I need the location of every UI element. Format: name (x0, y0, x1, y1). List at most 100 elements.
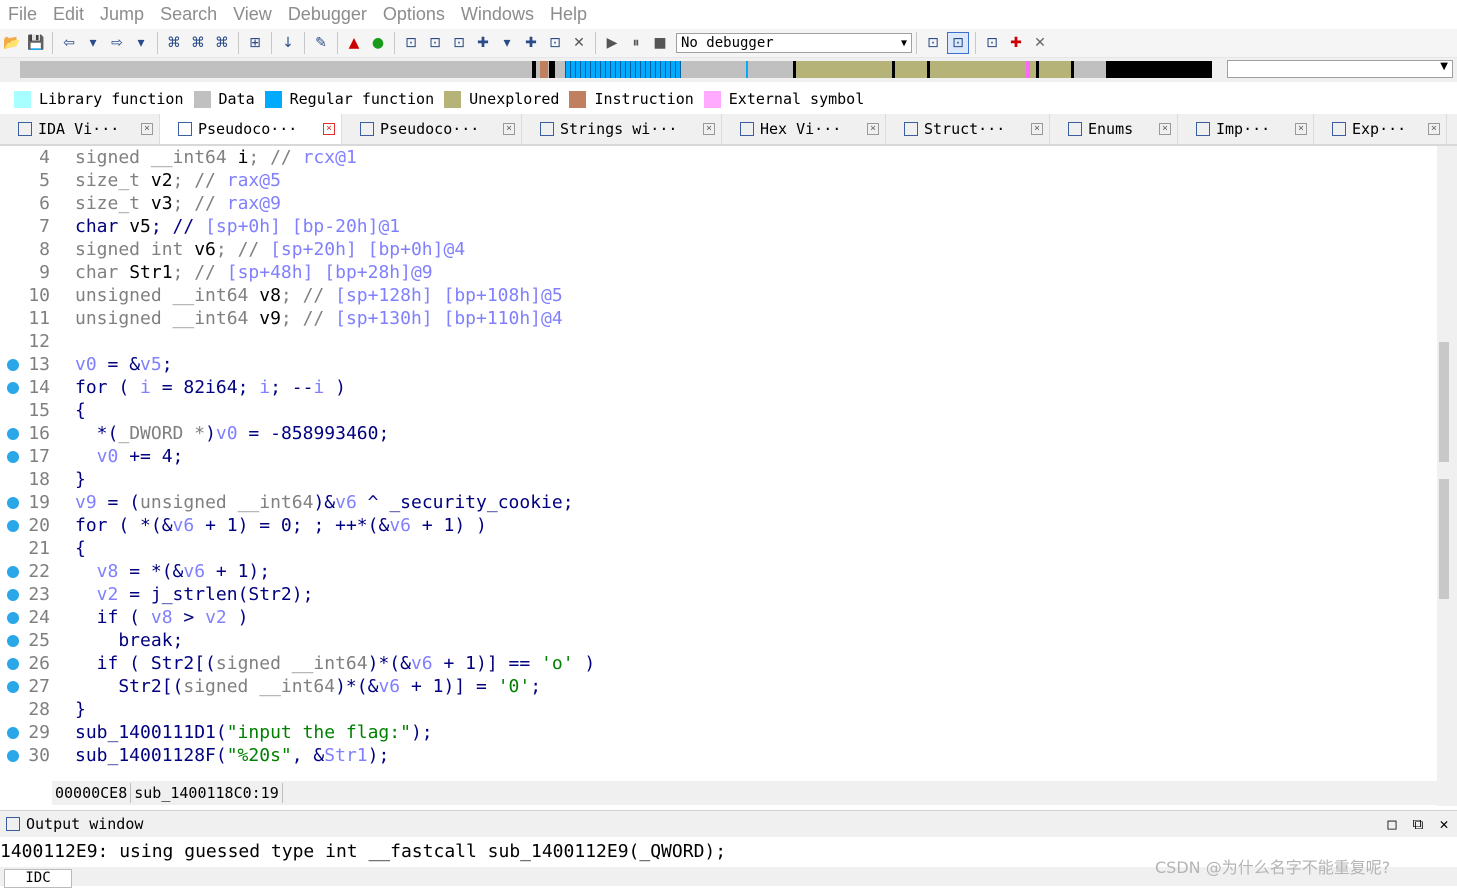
vertical-scrollbar[interactable] (1437, 146, 1457, 806)
code-line[interactable]: 21 { (0, 537, 1430, 560)
stop-icon[interactable]: ■ (650, 33, 670, 53)
breakpoint-dot-icon[interactable] (7, 520, 19, 532)
close-icon[interactable]: × (703, 123, 715, 135)
breakpoint-dot-icon[interactable] (7, 589, 19, 601)
tab-imports[interactable]: Imp··· × (1178, 114, 1314, 144)
code-line[interactable]: 7 char v5; // [sp+0h] [bp-20h]@1 (0, 215, 1430, 238)
step-icon[interactable]: ⊡ (449, 33, 469, 53)
pin-icon[interactable]: ✚ (1006, 33, 1026, 53)
code-line[interactable]: 19 v9 = (unsigned __int64)&v6 ^ _security… (0, 491, 1430, 514)
code-line[interactable]: 13 v0 = &v5; (0, 353, 1430, 376)
float-icon[interactable]: ⧉ (1405, 815, 1431, 833)
snapshot-icon[interactable]: ⊡ (545, 33, 565, 53)
code-line[interactable]: 20 for ( *(&v6 + 1) = 0; ; ++*(&v6 + 1) ) (0, 514, 1430, 537)
close-icon[interactable]: × (867, 123, 879, 135)
menu-view[interactable]: View (225, 4, 280, 25)
minimize-icon[interactable]: □ (1379, 815, 1405, 833)
tab-pseudocode[interactable]: Pseudoco··· × (342, 114, 522, 144)
script-icon[interactable]: ✎ (311, 33, 331, 53)
attach-icon[interactable]: ⊡ (923, 33, 943, 53)
text-search-icon[interactable]: ⌘ (188, 33, 208, 53)
menu-file[interactable]: File (0, 4, 45, 25)
tab-strings[interactable]: Strings wi··· × (522, 114, 722, 144)
memory-icon[interactable]: ⊡ (982, 33, 1002, 53)
navigation-band[interactable] (20, 61, 1212, 78)
download-icon[interactable]: ↓ (278, 33, 298, 53)
tab-exports[interactable]: Exp··· × (1314, 114, 1447, 144)
code-line[interactable]: 16 *(_DWORD *)v0 = -858993460; (0, 422, 1430, 445)
run-green-icon[interactable]: ● (368, 33, 388, 53)
breakpoint-dot-icon[interactable] (7, 359, 19, 371)
code-line[interactable]: 24 if ( v8 > v2 ) (0, 606, 1430, 629)
back-dropdown-icon[interactable]: ▾ (83, 33, 103, 53)
trace-icon[interactable]: ⊡ (425, 33, 445, 53)
code-line[interactable]: 10 unsigned __int64 v8; // [sp+128h] [bp+… (0, 284, 1430, 307)
code-line[interactable]: 25 break; (0, 629, 1430, 652)
breakpoint-dot-icon[interactable] (7, 635, 19, 647)
add-dropdown-icon[interactable]: ▾ (497, 33, 517, 53)
pause-icon[interactable]: ⏸ (626, 33, 646, 53)
code-line[interactable]: 23 v2 = j_strlen(Str2); (0, 583, 1430, 606)
detach-icon[interactable]: ⊡ (947, 32, 969, 54)
code-line[interactable]: 28} (0, 698, 1430, 721)
breakpoint-dot-icon[interactable] (7, 658, 19, 670)
close-icon[interactable]: × (1295, 123, 1307, 135)
menu-search[interactable]: Search (152, 4, 225, 25)
breakpoint-dot-icon[interactable] (7, 681, 19, 693)
code-line[interactable]: 14 for ( i = 82i64; i; --i ) (0, 376, 1430, 399)
tab-structures[interactable]: Struct··· × (886, 114, 1050, 144)
graph-icon[interactable]: ⊞ (245, 33, 265, 53)
close-icon[interactable]: ✕ (569, 33, 589, 53)
segment-select[interactable]: ▼ (1227, 60, 1453, 78)
add-watch-icon[interactable]: ✚ (473, 33, 493, 53)
code-line[interactable]: 11 unsigned __int64 v9; // [sp+130h] [bp+… (0, 307, 1430, 330)
menu-windows[interactable]: Windows (453, 4, 542, 25)
close-icon[interactable]: × (141, 123, 153, 135)
breakpoint-dot-icon[interactable] (7, 750, 19, 762)
forward-icon[interactable]: ⇨ (107, 33, 127, 53)
close-icon[interactable]: × (323, 123, 335, 135)
breakpoint-dot-icon[interactable] (7, 382, 19, 394)
breakpoint-dot-icon[interactable] (7, 727, 19, 739)
back-icon[interactable]: ⇦ (59, 33, 79, 53)
code-line[interactable]: 12 (0, 330, 1430, 353)
code-line[interactable]: 29 sub_1400111D1("input the flag:"); (0, 721, 1430, 744)
binary-search-icon[interactable]: ⌘ (164, 33, 184, 53)
code-line[interactable]: 22 v8 = *(&v6 + 1); (0, 560, 1430, 583)
code-line[interactable]: 26 if ( Str2[(signed __int64)*(&v6 + 1)]… (0, 652, 1430, 675)
scrollbar-thumb-secondary[interactable] (1439, 479, 1449, 599)
code-line[interactable]: 15 { (0, 399, 1430, 422)
pseudocode-view[interactable]: 4 signed __int64 i; // rcx@1 5 size_t v2; /… (0, 146, 1437, 781)
play-icon[interactable]: ▶ (602, 33, 622, 53)
close-icon[interactable]: × (1159, 123, 1171, 135)
menu-edit[interactable]: Edit (45, 4, 92, 25)
code-line[interactable]: 27 Str2[(signed __int64)*(&v6 + 1)] = '0… (0, 675, 1430, 698)
close-icon[interactable]: ✕ (1431, 815, 1457, 833)
close-icon[interactable]: × (1031, 123, 1043, 135)
code-line[interactable]: 18} (0, 468, 1430, 491)
debugger-select[interactable]: No debugger ▼ (676, 33, 912, 53)
breakpoint-icon[interactable]: ⊡ (401, 33, 421, 53)
plugin-icon[interactable]: ✚ (521, 33, 541, 53)
immediate-search-icon[interactable]: ⌘ (212, 33, 232, 53)
breakpoint-dot-icon[interactable] (7, 428, 19, 440)
close-icon[interactable]: × (1428, 123, 1440, 135)
breakpoint-dot-icon[interactable] (7, 451, 19, 463)
code-line[interactable]: 4 signed __int64 i; // rcx@1 (0, 146, 1430, 169)
code-line[interactable]: 30 sub_14001128F("%20s", &Str1); (0, 744, 1430, 767)
idc-tab[interactable]: IDC (4, 869, 72, 888)
open-icon[interactable]: 📂 (2, 33, 22, 53)
breakpoint-dot-icon[interactable] (7, 497, 19, 509)
code-line[interactable]: 6 size_t v3; // rax@9 (0, 192, 1430, 215)
code-line[interactable]: 9 char Str1; // [sp+48h] [bp+28h]@9 (0, 261, 1430, 284)
save-icon[interactable]: 💾 (26, 33, 46, 53)
tab-pseudocode[interactable]: Pseudoco··· × (160, 114, 342, 144)
close-icon[interactable]: × (503, 123, 515, 135)
tab-enums[interactable]: Enums × (1050, 114, 1178, 144)
flow-chart-icon[interactable]: ▲ (344, 33, 364, 53)
forward-dropdown-icon[interactable]: ▾ (131, 33, 151, 53)
breakpoint-dot-icon[interactable] (7, 612, 19, 624)
menu-debugger[interactable]: Debugger (280, 4, 375, 25)
breakpoint-dot-icon[interactable] (7, 566, 19, 578)
code-line[interactable]: 5 size_t v2; // rax@5 (0, 169, 1430, 192)
